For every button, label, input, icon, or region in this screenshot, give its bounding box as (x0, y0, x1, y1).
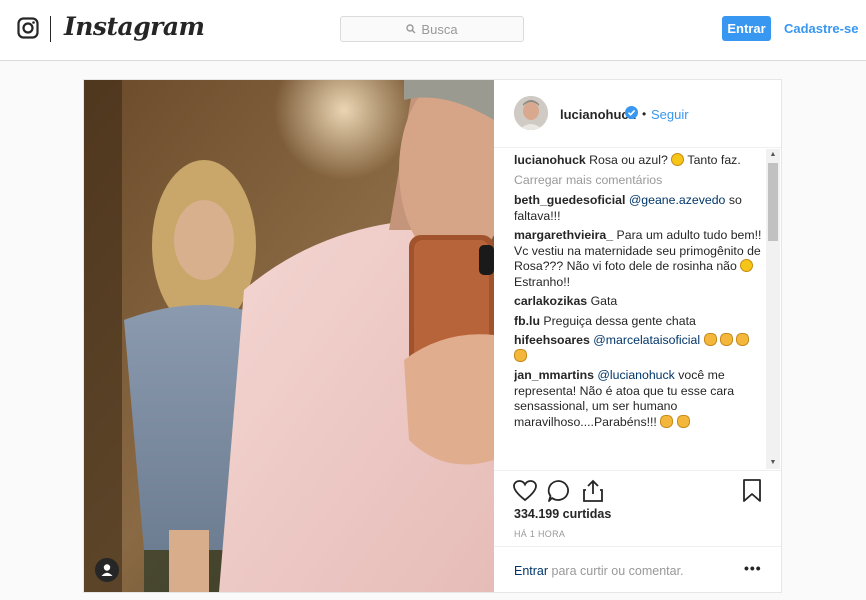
clapping-emoji-icon (719, 333, 733, 346)
clapping-emoji-icon (736, 333, 750, 346)
comments-list[interactable]: lucianohuck Rosa ou azul? Tanto faz. Car… (514, 153, 764, 471)
share-icon[interactable] (580, 478, 606, 504)
comment-mention[interactable]: @geane.azevedo (629, 193, 726, 207)
scroll-thumb[interactable] (768, 163, 778, 241)
search-icon (406, 24, 416, 34)
thinking-emoji-icon (671, 153, 685, 166)
bookmark-icon[interactable] (739, 478, 765, 504)
post-card: lucianohuck • Seguir lucianohuck Rosa ou… (83, 79, 782, 593)
comment-username[interactable]: fb.lu (514, 314, 540, 328)
caption-text: Rosa ou azul? (589, 153, 668, 167)
load-more-comments[interactable]: Carregar mais comentários (514, 173, 764, 189)
caption-username[interactable]: lucianohuck (514, 153, 586, 167)
post-image (84, 80, 494, 592)
list-item: carlakozikas Gata (514, 294, 764, 310)
post-actions (494, 470, 781, 509)
user-tag-icon[interactable] (95, 558, 119, 582)
follow-button[interactable]: Seguir (651, 107, 689, 122)
comment-username[interactable]: jan_mmartins (514, 368, 594, 382)
post-photo[interactable] (84, 80, 494, 592)
add-comment-section: Entrar para curtir ou comentar. ••• (494, 546, 781, 593)
scroll-down-arrow-icon[interactable]: ▼ (766, 457, 780, 469)
caption: lucianohuck Rosa ou azul? Tanto faz. (514, 153, 764, 169)
clapping-emoji-icon (514, 348, 527, 362)
instagram-wordmark[interactable]: Instagram (64, 12, 205, 41)
avatar[interactable] (514, 96, 548, 130)
list-item: jan_mmartins @lucianohuck você me repres… (514, 368, 764, 430)
list-item: fb.lu Preguiça dessa gente chata (514, 314, 764, 330)
comment-username[interactable]: beth_guedesoficial (514, 193, 625, 207)
post-sidebar: lucianohuck • Seguir lucianohuck Rosa ou… (494, 80, 781, 592)
login-button[interactable]: Entrar (722, 16, 771, 41)
post-timestamp[interactable]: HÁ 1 HORA (514, 529, 565, 539)
comment-icon[interactable] (546, 478, 572, 504)
list-item: beth_guedesoficial @geane.azevedo so fal… (514, 193, 764, 224)
clapping-emoji-icon (703, 333, 717, 346)
scroll-up-arrow-icon[interactable]: ▲ (766, 149, 780, 161)
separator-dot: • (642, 107, 647, 121)
comment-username[interactable]: hifeehsoares (514, 333, 590, 347)
comment-username[interactable]: margarethvieira_ (514, 228, 613, 242)
nav-divider (50, 16, 51, 42)
comment-mention[interactable]: @lucianohuck (597, 368, 674, 382)
search-placeholder: Busca (421, 21, 458, 37)
clapping-emoji-icon (676, 414, 690, 428)
clapping-emoji-icon (660, 414, 674, 428)
list-item: margarethvieira_ Para um adulto tudo bem… (514, 228, 764, 290)
comment-text: Gata (590, 294, 618, 308)
login-to-comment-link[interactable]: Entrar (514, 564, 548, 578)
heart-icon[interactable] (512, 478, 538, 504)
instagram-glyph-icon[interactable] (17, 17, 39, 39)
list-item: hifeehsoares @marcelataisoficial (514, 333, 764, 364)
likes-count[interactable]: 334.199 curtidas (514, 507, 611, 521)
verified-badge-icon (625, 106, 638, 119)
post-header: lucianohuck • Seguir (494, 80, 781, 148)
comments-scrollbar[interactable]: ▲ ▼ (766, 149, 780, 469)
comment-username[interactable]: carlakozikas (514, 294, 587, 308)
search-input[interactable]: Busca (340, 16, 524, 42)
thinking-emoji-icon (740, 259, 754, 272)
comment-text-2: Estranho!! (514, 274, 571, 289)
add-comment-text: para curtir ou comentar. (551, 564, 684, 578)
comment-mention[interactable]: @marcelataisoficial (593, 333, 700, 347)
add-comment-prompt: Entrar para curtir ou comentar. (514, 564, 684, 578)
caption-text-2: Tanto faz. (687, 153, 741, 167)
signup-link[interactable]: Cadastre-se (784, 21, 858, 36)
more-options-icon[interactable]: ••• (744, 560, 762, 576)
comment-text: Preguiça dessa gente chata (543, 313, 696, 328)
top-nav: Instagram Busca Entrar Cadastre-se (0, 0, 866, 61)
